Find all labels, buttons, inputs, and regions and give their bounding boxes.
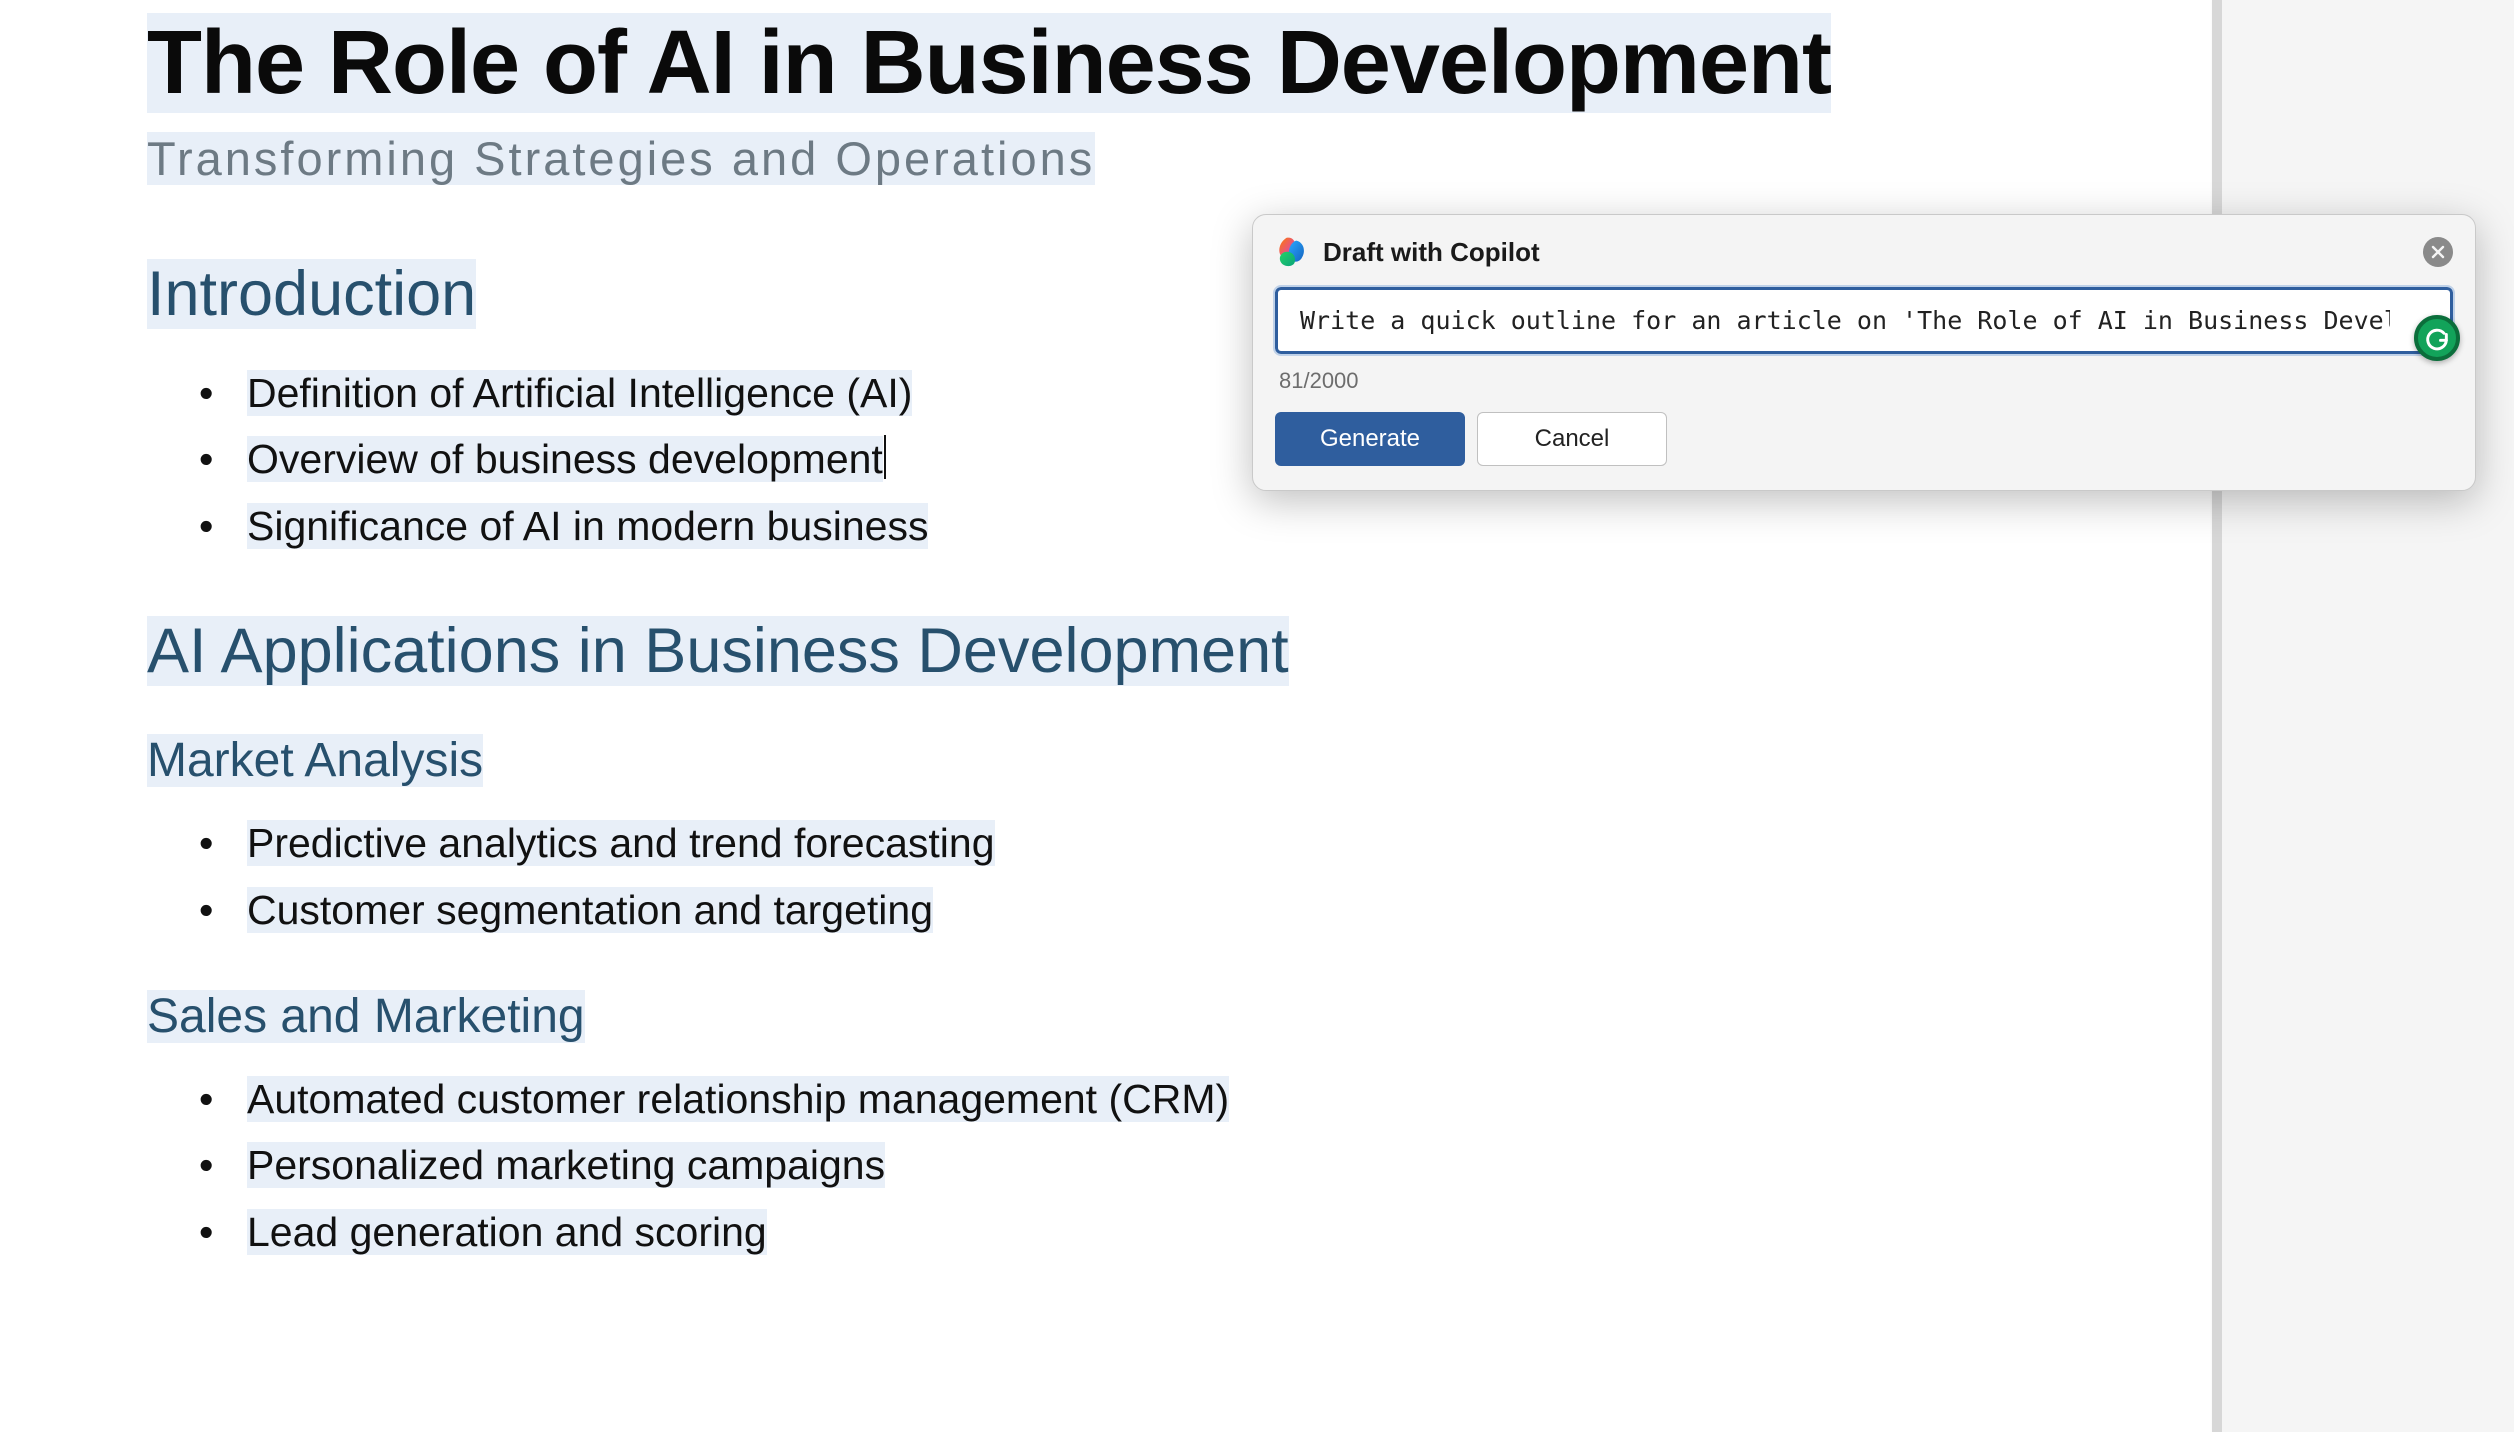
heading-text: Sales and Marketing [147,990,585,1043]
copilot-icon [1275,235,1309,269]
list-item: Customer segmentation and targeting [247,877,1927,943]
list-item: Significance of AI in modern business [247,493,1927,559]
prompt-input-text: Write a quick outline for an article on … [1300,306,2390,335]
document-title: The Role of AI in Business Development [147,14,1927,113]
document-title-text: The Role of AI in Business Development [147,13,1831,113]
list-item-text: Automated customer relationship manageme… [247,1076,1229,1122]
bullet-list: Predictive analytics and trend forecasti… [147,810,1927,943]
subsection-heading-market-analysis: Market Analysis [147,733,1927,788]
list-item: Automated customer relationship manageme… [247,1066,1927,1132]
copilot-header-left: Draft with Copilot [1275,235,1540,269]
list-item: Predictive analytics and trend forecasti… [247,810,1927,876]
list-item: Personalized marketing campaigns [247,1132,1927,1198]
generate-button[interactable]: Generate [1275,412,1465,466]
close-icon [2431,245,2445,259]
list-item-text: Definition of Artificial Intelligence (A… [247,370,912,416]
copilot-header: Draft with Copilot [1275,235,2453,269]
list-item-text: Personalized marketing campaigns [247,1142,885,1188]
document-subtitle-text: Transforming Strategies and Operations [147,132,1095,185]
list-item-text: Customer segmentation and targeting [247,887,933,933]
list-item-text: Overview of business development [247,436,883,482]
grammarly-icon[interactable] [2414,315,2460,361]
copilot-button-row: Generate Cancel [1275,412,2453,466]
list-item-text: Predictive analytics and trend forecasti… [247,820,995,866]
close-button[interactable] [2423,237,2453,267]
document-subtitle: Transforming Strategies and Operations [147,131,1927,186]
list-item-text: Significance of AI in modern business [247,503,928,549]
subsection-heading-sales-marketing: Sales and Marketing [147,989,1927,1044]
bullet-list: Automated customer relationship manageme… [147,1066,1927,1265]
copilot-title: Draft with Copilot [1323,237,1540,268]
section-heading-ai-applications: AI Applications in Business Development [147,615,1927,687]
document-body: The Role of AI in Business Development T… [147,14,1927,1265]
character-counter: 81/2000 [1275,368,2453,394]
list-item: Lead generation and scoring [247,1199,1927,1265]
prompt-input[interactable]: Write a quick outline for an article on … [1275,287,2453,354]
cancel-button[interactable]: Cancel [1477,412,1667,466]
heading-text: Introduction [147,259,476,329]
copilot-draft-panel: Draft with Copilot Write a quick outline… [1252,214,2476,491]
heading-text: AI Applications in Business Development [147,616,1289,686]
heading-text: Market Analysis [147,734,483,787]
list-item-text: Lead generation and scoring [247,1209,767,1255]
text-cursor [884,435,886,479]
